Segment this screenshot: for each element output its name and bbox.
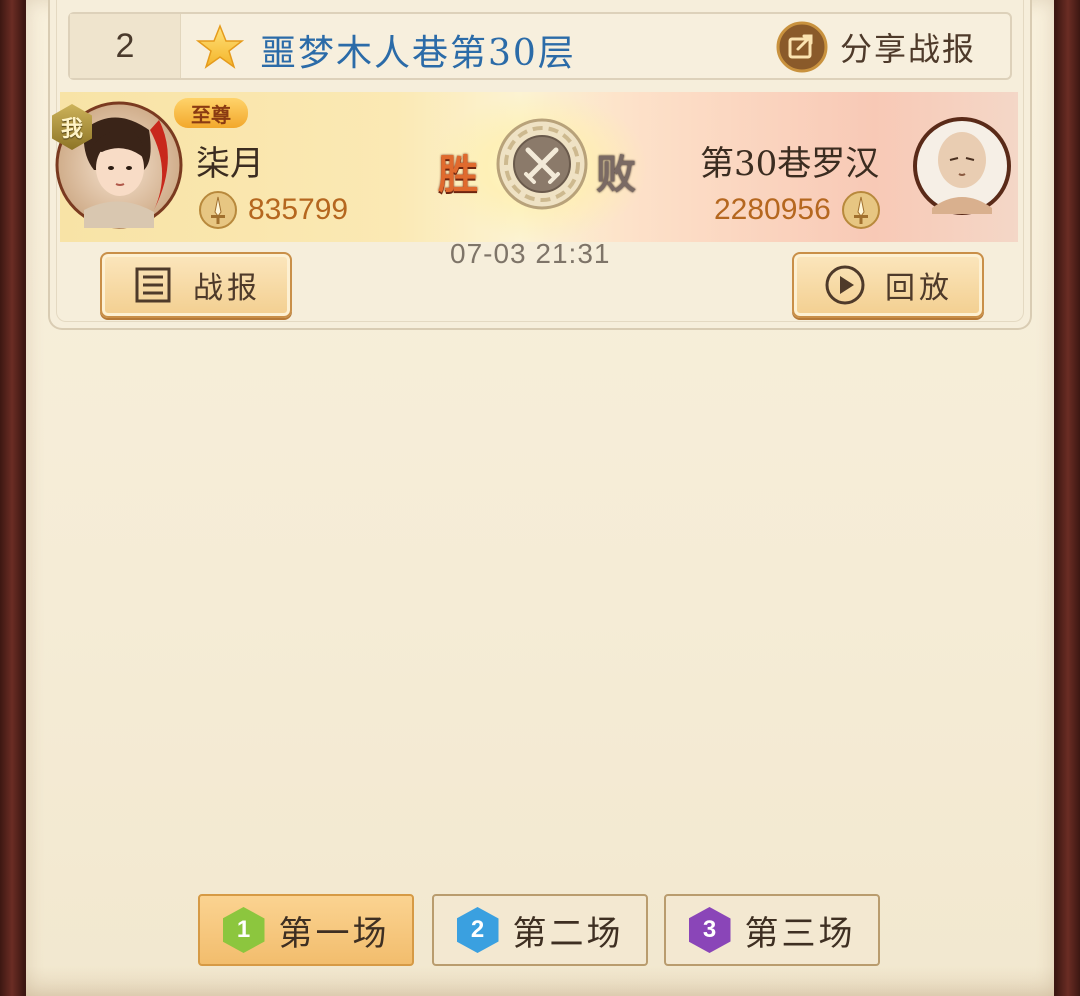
- battle-report-button[interactable]: 战报: [100, 252, 292, 318]
- report-label: 战报: [193, 271, 261, 306]
- tab-round-2[interactable]: 2 第二场: [432, 894, 648, 966]
- power-value-left: 835799: [248, 193, 349, 226]
- crossed-swords-icon: [496, 118, 588, 210]
- player-power-left: 835799: [198, 190, 348, 230]
- battle-timestamp: 07-03 21:31: [450, 238, 611, 269]
- round-2-badge: 2: [456, 907, 499, 953]
- win-label: 胜: [438, 151, 478, 198]
- round-2-label: 第二场: [512, 913, 624, 954]
- rank-number: 2: [70, 14, 181, 78]
- replay-label: 回放: [885, 271, 953, 306]
- sword-icon: [199, 191, 237, 229]
- player-name-left: 柒月: [196, 144, 264, 184]
- vip-badge: 至尊: [174, 98, 248, 128]
- player-name-right: 第30巷罗汉: [700, 144, 880, 184]
- star-icon: [196, 24, 244, 69]
- lose-label: 败: [596, 151, 636, 198]
- share-icon: [776, 21, 828, 73]
- power-value-right: 2280956: [714, 193, 831, 226]
- level-title: 噩梦木人巷第30层: [260, 33, 576, 74]
- list-icon: [135, 267, 171, 303]
- round-3-badge: 3: [688, 907, 731, 953]
- tab-round-3[interactable]: 3 第三场: [664, 894, 880, 966]
- sword-icon: [841, 191, 880, 229]
- replay-button[interactable]: 回放: [792, 252, 984, 318]
- round-1-badge: 1: [222, 907, 265, 953]
- battle-header: 2 噩梦木人巷第30层 分享战报: [68, 12, 1012, 80]
- share-label: 分享战报: [840, 30, 977, 68]
- round-3-label: 第三场: [744, 913, 856, 954]
- paper-edge: [26, 966, 1054, 996]
- round-1-label: 第一场: [278, 913, 390, 954]
- player-avatar-right[interactable]: [912, 116, 1012, 216]
- tab-round-1[interactable]: 1 第一场: [198, 894, 414, 966]
- share-report-button[interactable]: 分享战报: [776, 20, 992, 74]
- player-power-right: 2280956: [714, 190, 881, 230]
- play-icon: [825, 265, 865, 305]
